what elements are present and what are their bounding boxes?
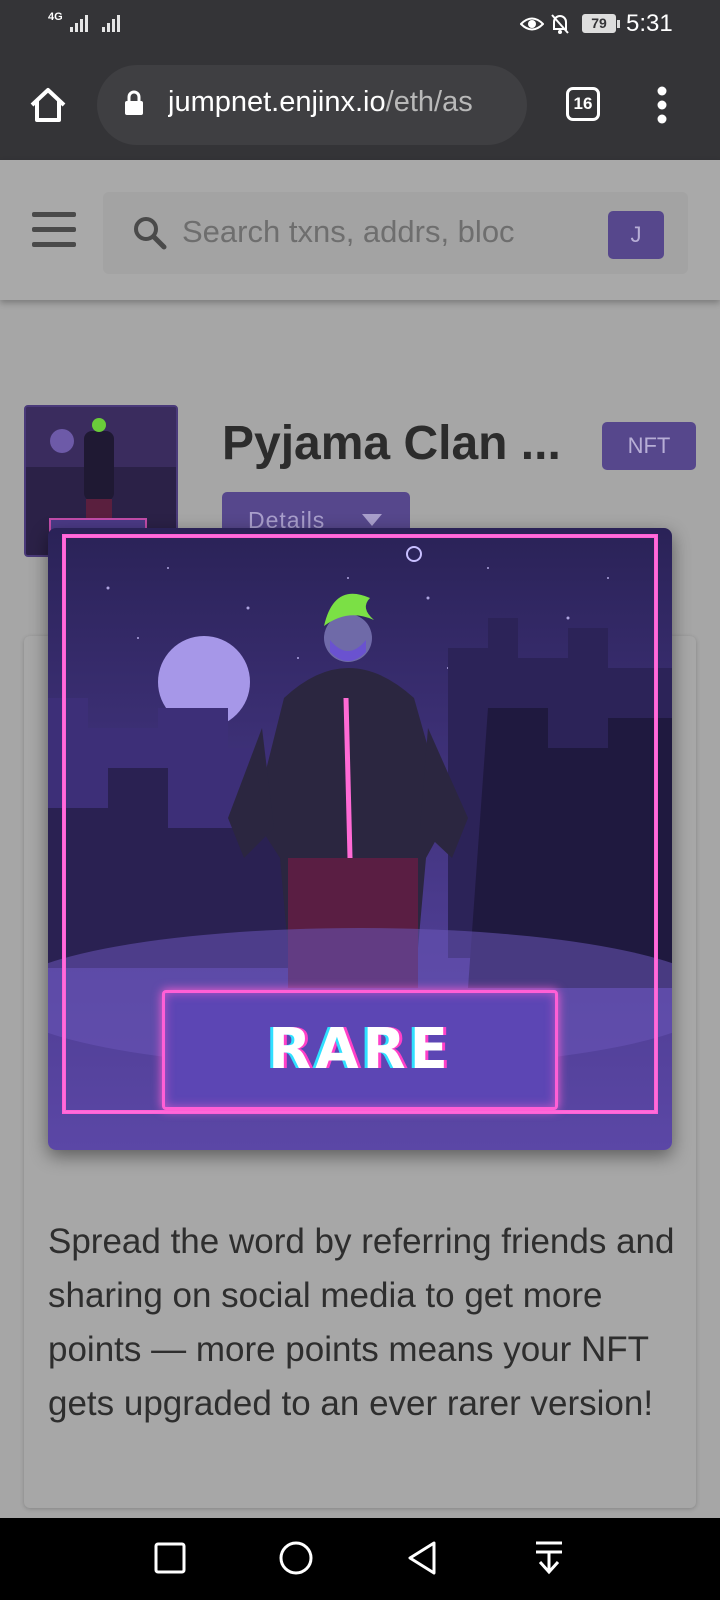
home-circle-icon[interactable] — [278, 1540, 314, 1576]
home-icon[interactable] — [28, 85, 68, 125]
clock: 5:31 — [626, 10, 673, 37]
network-selector-button[interactable]: J — [608, 211, 664, 259]
system-navigation-bar — [0, 1518, 720, 1600]
search-input[interactable] — [182, 210, 537, 254]
search-icon — [134, 217, 167, 250]
notifications-off-icon — [551, 14, 569, 34]
recent-apps-icon[interactable] — [154, 1542, 186, 1574]
back-icon[interactable] — [406, 1540, 438, 1576]
eye-comfort-icon — [520, 17, 544, 31]
notification-pulldown-icon[interactable] — [534, 1540, 564, 1576]
url-path: /eth/as — [385, 86, 473, 118]
battery-icon: 79 — [582, 14, 620, 33]
chevron-down-icon — [362, 514, 382, 526]
lock-icon — [125, 90, 143, 115]
asset-title: Pyjama Clan ... — [222, 417, 561, 470]
site-header: J — [0, 160, 720, 300]
more-options-icon[interactable] — [656, 85, 668, 125]
status-bar: 4G 79 5:31 — [0, 0, 720, 52]
url-text[interactable]: jumpnet.enjinx.io/eth/as — [168, 86, 513, 119]
nft-badge: NFT — [602, 422, 696, 470]
signal-strength-icon — [102, 14, 120, 32]
browser-toolbar: jumpnet.enjinx.io/eth/as 16 — [0, 52, 720, 160]
rarity-label: RARE — [162, 990, 558, 1110]
signal-strength-icon — [70, 14, 88, 32]
url-host: jumpnet.enjinx.io — [168, 86, 386, 118]
tab-switcher-button[interactable]: 16 — [566, 87, 600, 121]
hamburger-menu-icon[interactable] — [32, 210, 76, 250]
network-type: 4G — [48, 11, 63, 23]
asset-description: Spread the word by referring friends and… — [48, 1222, 675, 1423]
